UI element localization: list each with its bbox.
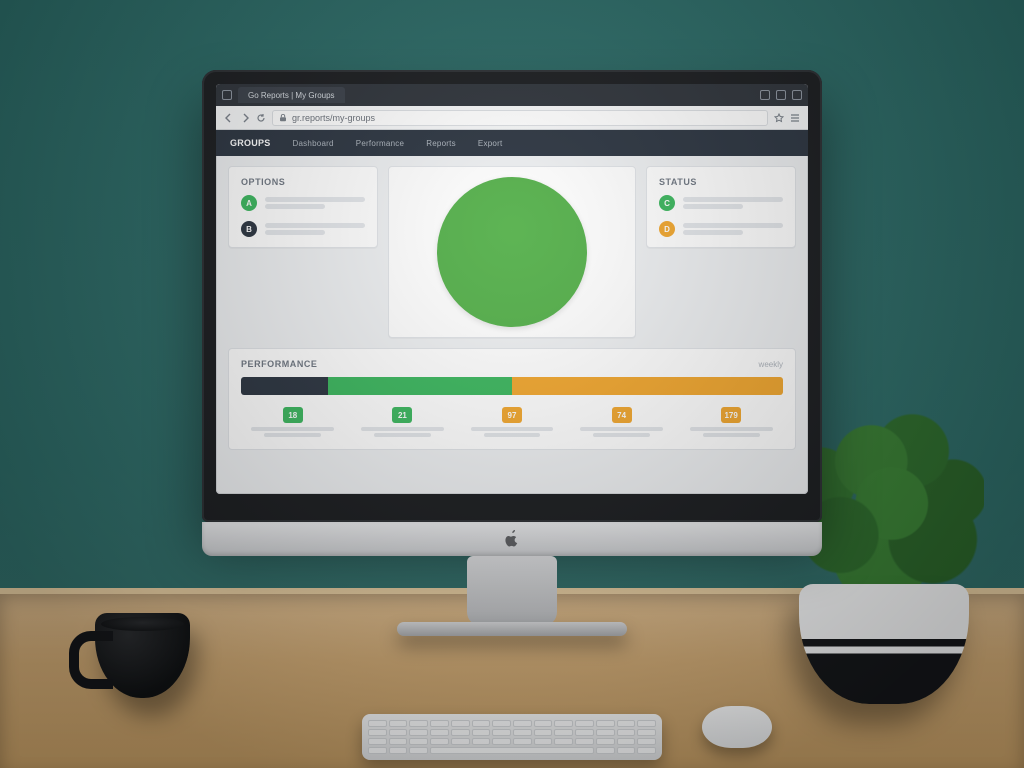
stat-line [484,433,541,437]
browser-tab-active[interactable]: Go Reports | My Groups [238,87,345,103]
stat-line [593,433,650,437]
screen: Go Reports | My Groups gr.reports/my-gro… [216,84,808,494]
stat-line [251,427,334,431]
stat-value: 179 [721,407,741,423]
stat-value: 97 [502,407,522,423]
menu-icon[interactable] [790,113,800,123]
panel-title: PERFORMANCE [241,359,317,369]
address-url: gr.reports/my-groups [292,113,375,123]
card-pie-chart [388,166,636,338]
reload-icon[interactable] [256,113,266,123]
back-icon[interactable] [224,113,234,123]
monitor-stand-neck [467,556,557,626]
stat-line [471,427,554,431]
stat-line [580,427,663,431]
stat-item[interactable]: 97 [460,407,564,439]
item-text [683,195,783,211]
minimize-icon[interactable] [760,90,770,100]
monitor-bezel: Go Reports | My Groups gr.reports/my-gro… [202,70,822,522]
stat-line [690,427,773,431]
stat-line [361,427,444,431]
bar-segment [512,377,783,395]
stat-item[interactable]: 179 [679,407,783,439]
list-item[interactable]: B [241,221,365,237]
item-text [265,221,365,237]
stat-line [374,433,431,437]
card-options: OPTIONS A B [228,166,378,248]
stat-value: 21 [392,407,412,423]
stat-line [703,433,760,437]
lock-icon [279,114,287,122]
desktop-monitor: Go Reports | My Groups gr.reports/my-gro… [202,70,822,522]
card-title: STATUS [659,177,783,187]
keyboard [362,714,662,760]
nav-reports[interactable]: Reports [426,139,456,148]
stat-value: 74 [612,407,632,423]
browser-toolbar: gr.reports/my-groups [216,106,808,130]
pie-chart [437,177,587,327]
bookmark-icon[interactable] [774,113,784,123]
item-text [265,195,365,211]
window-menu-icon[interactable] [222,90,232,100]
nav-export[interactable]: Export [478,139,503,148]
stat-value: 18 [283,407,303,423]
app-brand[interactable]: GROUPS [230,138,270,148]
list-item[interactable]: D [659,221,783,237]
tab-title: Go Reports | My Groups [248,91,335,100]
forward-icon[interactable] [240,113,250,123]
left-column: OPTIONS A B [228,166,378,338]
mouse [702,706,772,748]
app-nav: GROUPS Dashboard Performance Reports Exp… [216,130,808,156]
item-text [683,221,783,237]
badge-icon: B [241,221,257,237]
browser-tab-strip: Go Reports | My Groups [216,84,808,106]
badge-icon: A [241,195,257,211]
stacked-bar [241,377,783,395]
stat-item[interactable]: 18 [241,407,345,439]
stat-row: 18 21 97 74 179 [241,407,783,439]
address-bar[interactable]: gr.reports/my-groups [272,110,768,126]
badge-icon: C [659,195,675,211]
monitor-chin [202,522,822,556]
badge-icon: D [659,221,675,237]
stat-item[interactable]: 21 [351,407,455,439]
close-icon[interactable] [792,90,802,100]
stat-line [264,433,321,437]
apple-logo-icon [503,530,521,548]
panel-performance: PERFORMANCE weekly 18 21 97 74 179 [228,348,796,450]
bar-segment [241,377,328,395]
list-item[interactable]: C [659,195,783,211]
right-column: STATUS C D [646,166,796,338]
dashboard-body: OPTIONS A B [216,156,808,494]
card-status: STATUS C D [646,166,796,248]
maximize-icon[interactable] [776,90,786,100]
top-row: OPTIONS A B [228,166,796,338]
monitor-stand-foot [397,622,627,636]
nav-dashboard[interactable]: Dashboard [292,139,333,148]
bar-segment [328,377,512,395]
nav-performance[interactable]: Performance [356,139,404,148]
card-title: OPTIONS [241,177,365,187]
panel-range-label[interactable]: weekly [759,360,783,369]
stat-item[interactable]: 74 [570,407,674,439]
list-item[interactable]: A [241,195,365,211]
